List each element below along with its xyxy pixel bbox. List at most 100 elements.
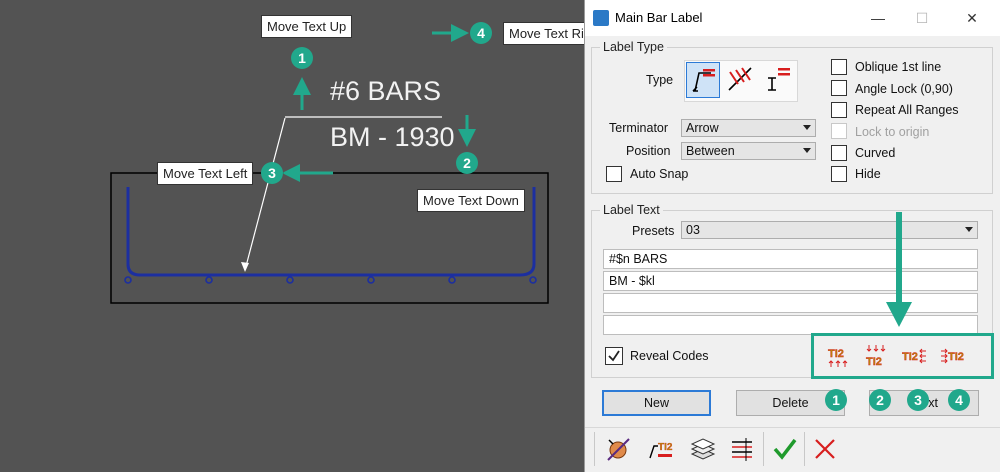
- dialog-title: Main Bar Label: [615, 10, 703, 25]
- hide-checkbox[interactable]: [831, 166, 847, 182]
- move-text-right-button[interactable]: TI2: [940, 343, 968, 369]
- settings-lines-icon: [732, 438, 752, 461]
- angle-lock-label: Angle Lock (0,90): [855, 82, 953, 96]
- drawing-canvas[interactable]: #6 BARS BM - 1930 Move Text Up Move Text…: [0, 0, 608, 472]
- bar-dot: [448, 276, 456, 284]
- svg-text:TI2: TI2: [948, 351, 964, 363]
- toolbar-separator: [763, 432, 764, 466]
- presets-label: Presets: [632, 224, 675, 238]
- terminator-value: Arrow: [686, 121, 719, 135]
- cancel-button[interactable]: [810, 434, 840, 464]
- toolbar-separator: [594, 432, 595, 466]
- button-marker-1: 1: [825, 389, 847, 411]
- button-marker-4: 4: [948, 389, 970, 411]
- move-text-right-icon: TI2: [941, 348, 964, 364]
- chevron-down-icon: [803, 125, 811, 130]
- marker-3: 3: [261, 162, 283, 184]
- curved-label: Curved: [855, 146, 896, 160]
- bar-dots: [124, 276, 537, 284]
- curved-checkbox[interactable]: [831, 145, 847, 161]
- cancel-x-icon: [815, 439, 835, 459]
- presets-value: 03: [686, 223, 700, 237]
- label-text-line-1[interactable]: #$n BARS: [603, 249, 978, 269]
- dialog-titlebar[interactable]: Main Bar Label — ☐ ✕: [585, 0, 1000, 36]
- bar-dot: [205, 276, 213, 284]
- move-text-left-button[interactable]: TI2: [902, 343, 928, 369]
- label-text-icon: TI2: [649, 442, 673, 459]
- terminator-select[interactable]: Arrow: [681, 119, 816, 137]
- chevron-down-icon: [965, 227, 973, 232]
- label-type-offset-icon: [768, 68, 790, 91]
- position-value: Between: [686, 144, 735, 158]
- svg-text:TI2: TI2: [658, 442, 673, 453]
- auto-snap-checkbox[interactable]: [606, 166, 622, 182]
- toolbar-divider: [585, 427, 1000, 428]
- label-text-group-title: Label Text: [600, 203, 663, 217]
- maximize-button[interactable]: ☐: [905, 6, 939, 30]
- stack-tool-button[interactable]: [688, 434, 718, 464]
- label-text-line-2[interactable]: BM - $kl: [603, 271, 978, 291]
- canvas-graphics: [110, 24, 549, 304]
- repeat-all-ranges-checkbox[interactable]: [831, 102, 847, 118]
- bar-dot: [367, 276, 375, 284]
- callout-move-text-left: Move Text Left: [157, 162, 254, 185]
- svg-text:TI2: TI2: [866, 356, 882, 368]
- move-text-up-button[interactable]: TI2: [826, 343, 850, 369]
- svg-text:TI2: TI2: [828, 348, 844, 360]
- label-leader-line: [244, 117, 286, 271]
- callout-move-text-down: Move Text Down: [417, 189, 525, 212]
- minimize-button[interactable]: —: [861, 6, 895, 30]
- move-text-down-icon: TI2: [866, 345, 886, 368]
- repeat-all-ranges-label: Repeat All Ranges: [855, 103, 959, 117]
- move-text-down-button[interactable]: TI2: [864, 343, 888, 369]
- marker-2: 2: [456, 152, 478, 174]
- marker-4: 4: [470, 22, 492, 44]
- label-type-group-title: Label Type: [600, 40, 667, 54]
- stack-icon: [690, 438, 716, 460]
- bar-label-tool-button[interactable]: [603, 434, 633, 464]
- type-option-crossing[interactable]: [724, 62, 758, 98]
- type-option-offset[interactable]: [762, 62, 796, 98]
- lock-to-origin-label: Lock to origin: [855, 125, 930, 139]
- ok-button[interactable]: [770, 434, 800, 464]
- move-text-up-icon: TI2: [828, 348, 848, 367]
- new-button[interactable]: New: [602, 390, 711, 416]
- ok-check-icon: [773, 438, 797, 460]
- angle-lock-checkbox[interactable]: [831, 80, 847, 96]
- hide-label: Hide: [855, 167, 881, 181]
- type-label: Type: [646, 73, 674, 87]
- type-option-standard[interactable]: [686, 62, 720, 98]
- bar-label-tool-icon: [607, 438, 630, 461]
- label-text-line-4[interactable]: [603, 315, 978, 335]
- marker-1: 1: [291, 47, 313, 69]
- app-icon: [593, 10, 609, 26]
- position-select[interactable]: Between: [681, 142, 816, 160]
- oblique-first-line-label: Oblique 1st line: [855, 60, 942, 74]
- settings-lines-button[interactable]: [728, 434, 758, 464]
- oblique-first-line-checkbox[interactable]: [831, 59, 847, 75]
- lock-to-origin-checkbox[interactable]: [831, 123, 847, 139]
- button-marker-2: 2: [869, 389, 891, 411]
- callout-move-text-up: Move Text Up: [261, 15, 353, 38]
- bar-dot: [124, 276, 132, 284]
- toolbar-separator: [804, 432, 805, 466]
- label-text-line-3[interactable]: [603, 293, 978, 313]
- bar-label-line1: #6 BARS: [330, 76, 442, 106]
- reveal-codes-checkbox[interactable]: [605, 347, 623, 365]
- label-type-standard-icon: [692, 69, 715, 92]
- move-text-left-icon: TI2: [902, 348, 926, 364]
- position-label: Position: [626, 144, 671, 158]
- auto-snap-label: Auto Snap: [630, 167, 689, 181]
- presets-select[interactable]: 03: [681, 221, 978, 239]
- label-text-tool-button[interactable]: TI2: [646, 434, 676, 464]
- label-type-crossing-icon: [728, 67, 752, 91]
- svg-text:TI2: TI2: [902, 351, 918, 363]
- close-button[interactable]: ✕: [955, 6, 989, 30]
- leader-arrowhead: [241, 262, 249, 272]
- terminator-label: Terminator: [609, 121, 669, 135]
- highlight-arrow: [886, 212, 912, 327]
- bar-dot: [529, 276, 537, 284]
- checkmark-icon: [608, 350, 620, 362]
- bar-dot: [286, 276, 294, 284]
- button-marker-3: 3: [907, 389, 929, 411]
